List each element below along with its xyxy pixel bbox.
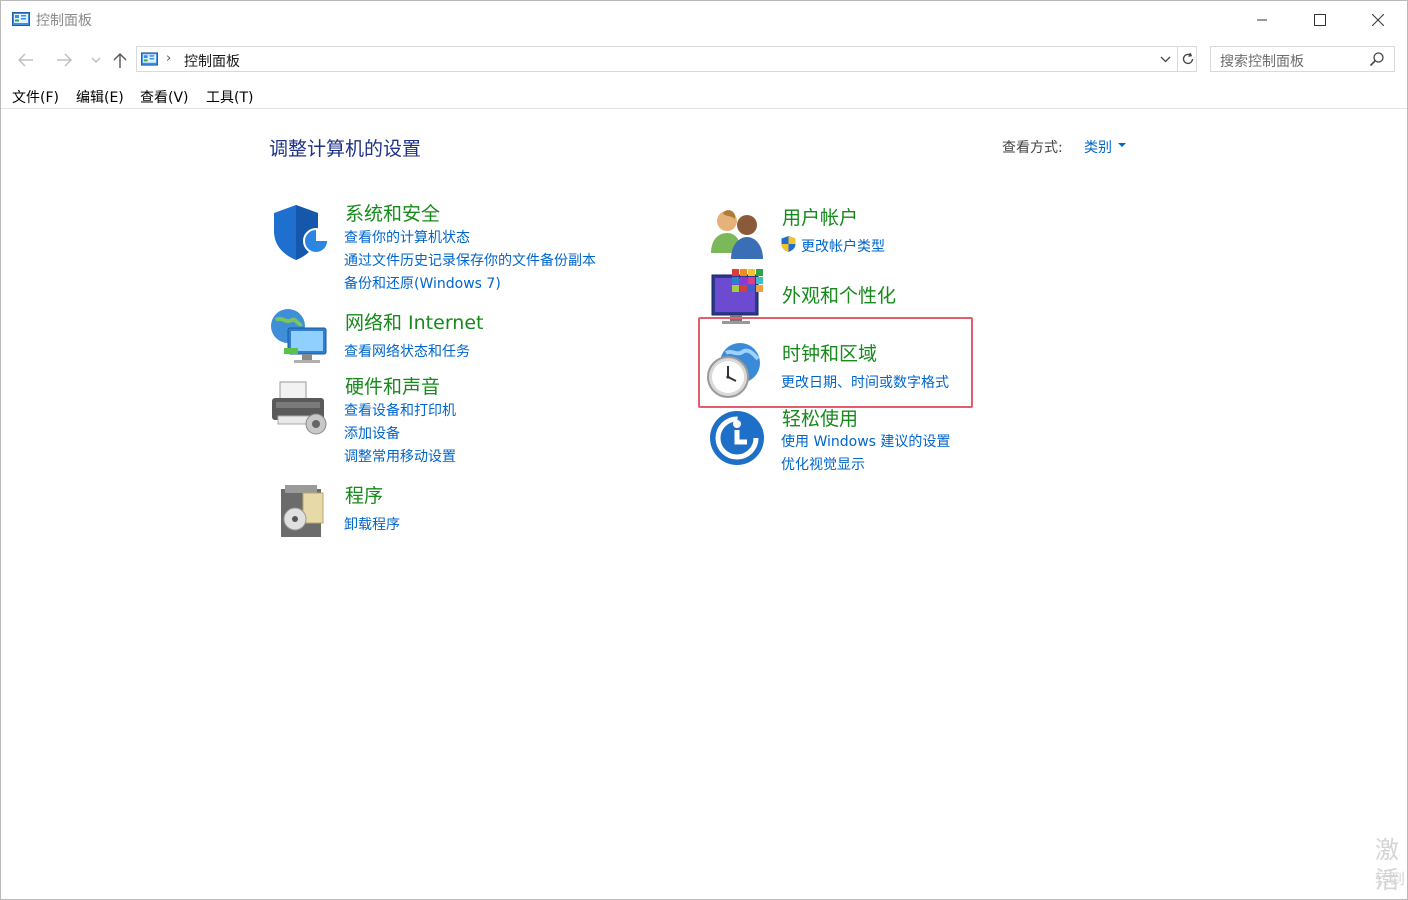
category-hardware-sound[interactable]: 硬件和声音: [345, 372, 440, 399]
link-optimize-visual-display[interactable]: 优化视觉显示: [781, 454, 865, 474]
close-icon: [1372, 14, 1384, 26]
minimize-icon: [1257, 19, 1267, 21]
page-title: 调整计算机的设置: [269, 138, 422, 160]
category-system-security[interactable]: 系统和安全: [345, 199, 440, 226]
menu-view[interactable]: 查看(V): [140, 87, 189, 107]
forward-button[interactable]: [53, 49, 75, 71]
category-programs[interactable]: 程序: [345, 481, 383, 508]
back-button[interactable]: [15, 49, 37, 71]
link-mobility-settings[interactable]: 调整常用移动设置: [344, 446, 456, 466]
minimize-button[interactable]: [1233, 1, 1291, 39]
chevron-down-icon: [1160, 56, 1170, 62]
view-by-dropdown[interactable]: 类别: [1084, 137, 1112, 157]
maximize-button[interactable]: [1291, 1, 1349, 39]
menu-tools[interactable]: 工具(T): [206, 87, 253, 107]
link-check-computer-status[interactable]: 查看你的计算机状态: [344, 227, 470, 247]
link-network-status[interactable]: 查看网络状态和任务: [344, 341, 470, 361]
category-appearance-personalization[interactable]: 外观和个性化: [782, 281, 896, 308]
user-accounts-icon[interactable]: [707, 203, 769, 265]
forward-arrow-icon: [57, 53, 72, 67]
category-user-accounts[interactable]: 用户帐户: [782, 203, 858, 230]
back-arrow-icon: [18, 53, 33, 67]
category-clock-region[interactable]: 时钟和区域: [782, 339, 877, 366]
close-button[interactable]: [1349, 1, 1407, 39]
link-uninstall-program[interactable]: 卸载程序: [344, 514, 400, 534]
link-add-device[interactable]: 添加设备: [344, 423, 400, 443]
refresh-button[interactable]: [1177, 47, 1198, 71]
window-title: 控制面板: [36, 13, 92, 29]
menu-bar: 文件(F) 编辑(E) 查看(V) 工具(T): [1, 84, 1407, 109]
address-history-button[interactable]: [1156, 50, 1174, 68]
category-ease-of-access[interactable]: 轻松使用: [782, 404, 858, 431]
control-panel-icon: [12, 12, 30, 26]
search-input[interactable]: 搜索控制面板: [1220, 51, 1304, 71]
menu-edit[interactable]: 编辑(E): [76, 87, 124, 107]
printer-icon[interactable]: [268, 376, 330, 438]
programs-icon[interactable]: [271, 479, 333, 541]
uac-shield-icon: [781, 236, 796, 252]
link-change-account-type[interactable]: 更改帐户类型: [801, 236, 885, 256]
address-bar[interactable]: › 控制面板: [136, 46, 1197, 72]
caret-down-icon[interactable]: [1118, 143, 1126, 147]
recent-locations-button[interactable]: [85, 49, 107, 71]
link-backup-restore[interactable]: 备份和还原(Windows 7): [344, 273, 501, 293]
view-by-label: 查看方式:: [1002, 140, 1063, 156]
menu-file[interactable]: 文件(F): [12, 87, 59, 107]
activation-watermark-subtitle: 转到: [1375, 870, 1406, 888]
search-icon[interactable]: [1369, 51, 1385, 67]
maximize-icon: [1314, 14, 1326, 26]
up-arrow-icon: [113, 53, 127, 68]
network-globe-icon[interactable]: [268, 306, 330, 368]
shield-icon[interactable]: [268, 201, 330, 263]
clock-globe-icon[interactable]: [704, 339, 766, 401]
control-panel-window: 控制面板 › 控制面板 搜索控制面板 文件(F) 编辑(E) 查看(V) 工具(…: [0, 0, 1408, 900]
up-button[interactable]: [109, 49, 131, 71]
link-windows-suggested-settings[interactable]: 使用 Windows 建议的设置: [781, 431, 950, 451]
link-file-history-backup[interactable]: 通过文件历史记录保存你的文件备份副本: [344, 250, 596, 270]
link-change-date-time-format[interactable]: 更改日期、时间或数字格式: [781, 372, 949, 392]
refresh-icon: [1182, 52, 1194, 65]
title-bar: 控制面板: [1, 1, 1407, 39]
control-panel-icon: [141, 52, 158, 66]
breadcrumb-control-panel[interactable]: 控制面板: [184, 51, 240, 71]
category-network-internet[interactable]: 网络和 Internet: [345, 308, 483, 335]
link-devices-printers[interactable]: 查看设备和打印机: [344, 400, 456, 420]
ease-of-access-icon[interactable]: [707, 406, 769, 468]
breadcrumb-separator[interactable]: ›: [166, 51, 171, 66]
search-box[interactable]: 搜索控制面板: [1210, 46, 1395, 72]
chevron-down-icon: [91, 57, 101, 63]
